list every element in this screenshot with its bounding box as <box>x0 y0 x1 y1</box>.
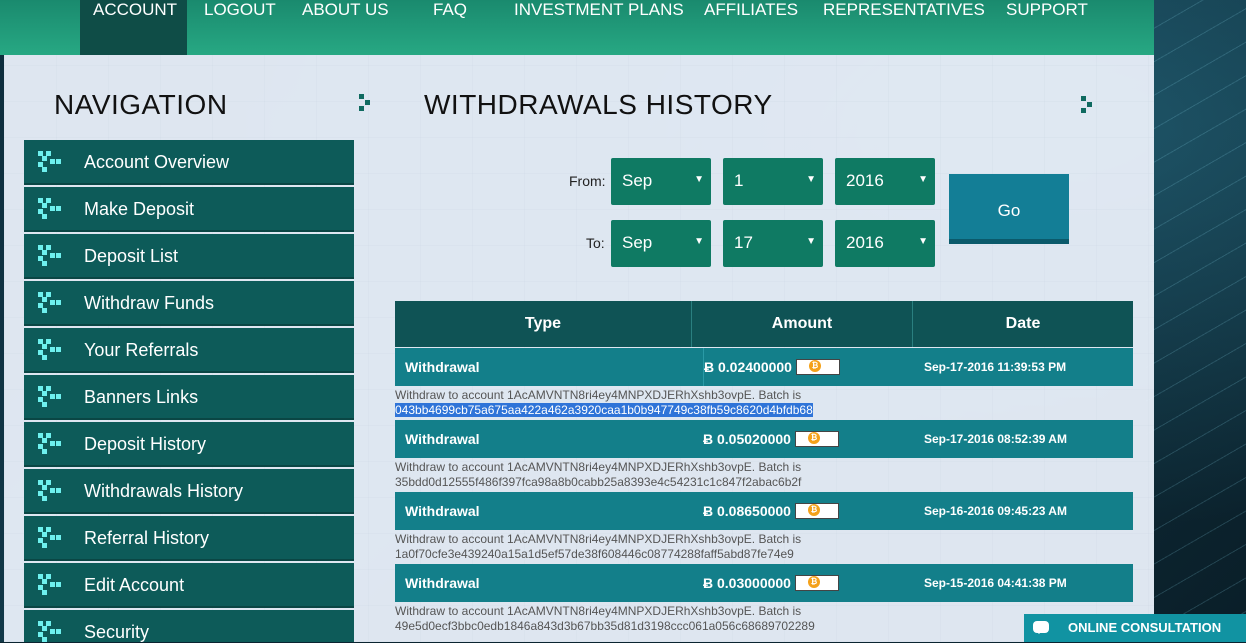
row-date: Sep-15-2016 04:41:38 PM <box>924 576 1067 590</box>
sidebar-item-account-overview[interactable]: Account Overview <box>24 140 354 185</box>
table-row: Withdrawal Ƀ 0.03000000 ₿ Sep-15-2016 04:… <box>395 564 1133 602</box>
row-description: Withdraw to account 1AcAMVNTN8ri4ey4MNPX… <box>395 604 1133 634</box>
to-year-select[interactable]: 2016 ▼ <box>835 220 935 267</box>
row-description: Withdraw to account 1AcAMVNTN8ri4ey4MNPX… <box>395 532 1133 562</box>
sidebar-item-withdrawals-history[interactable]: Withdrawals History <box>24 469 354 514</box>
background-decoration <box>1146 0 1246 642</box>
to-month-select[interactable]: Sep ▼ <box>611 220 711 267</box>
row-date: Sep-16-2016 09:45:23 AM <box>924 504 1067 518</box>
sidebar-item-banners-links[interactable]: Banners Links <box>24 375 354 420</box>
nav-representatives[interactable]: REPRESENTATIVES <box>823 0 985 20</box>
sidebar-item-label: Edit Account <box>84 575 185 595</box>
batch-id: 1a0f70cfe3e439240a15a1d5ef57de38f608446c… <box>395 547 794 561</box>
nav-about-us[interactable]: ABOUT US <box>302 0 389 20</box>
chevron-down-icon: ▼ <box>806 236 816 247</box>
sidebar-item-make-deposit[interactable]: Make Deposit <box>24 187 354 232</box>
batch-id[interactable]: 043bb4699cb75a675aa422a462a3920caa1b0b94… <box>395 403 813 417</box>
table-row: Withdrawal Ƀ 0.05020000 ₿ Sep-17-2016 08:… <box>395 420 1133 458</box>
column-header-type: Type <box>395 301 692 347</box>
from-month-select[interactable]: Sep ▼ <box>611 158 711 205</box>
column-header-date: Date <box>1005 315 1041 332</box>
sidebar-item-referral-history[interactable]: Referral History <box>24 516 354 561</box>
sidebar-item-your-referrals[interactable]: Your Referrals <box>24 328 354 373</box>
chevron-down-icon: ▼ <box>806 174 816 185</box>
to-day-select[interactable]: 17 ▼ <box>723 220 823 267</box>
grid-dots-icon <box>38 386 62 408</box>
nav-investment-plans[interactable]: INVESTMENT PLANS <box>514 0 684 20</box>
sidebar-item-deposit-list[interactable]: Deposit List <box>24 234 354 279</box>
page-title: WITHDRAWALS HISTORY <box>424 89 773 120</box>
sidebar-item-label: Deposit History <box>84 434 207 454</box>
bitcoin-icon: ₿ <box>794 502 839 519</box>
chevron-down-icon: ▼ <box>694 236 704 247</box>
sidebar-title: NAVIGATION <box>54 89 228 120</box>
chevron-down-icon: ▼ <box>694 174 704 185</box>
from-label: From: <box>569 173 606 189</box>
nav-account[interactable]: ACCOUNT <box>93 0 177 20</box>
sidebar-item-label: Your Referrals <box>84 340 199 360</box>
sidebar-item-label: Referral History <box>84 528 210 548</box>
row-description: Withdraw to account 1AcAMVNTN8ri4ey4MNPX… <box>395 388 813 417</box>
row-type: Withdrawal <box>405 503 480 519</box>
table-row: Withdrawal Ƀ 0.02400000 ₿ Sep-17-2016 11:… <box>395 348 1133 386</box>
table-header: Type Amount Date <box>395 301 1133 347</box>
top-navigation: ACCOUNT LOGOUT ABOUT US FAQ INVESTMENT P… <box>0 0 1154 55</box>
online-consultation-label: ONLINE CONSULTATION <box>1068 620 1222 635</box>
grid-dots-icon <box>38 574 62 596</box>
sidebar-item-label: Security <box>84 622 150 642</box>
bitcoin-icon: ₿ <box>794 574 839 591</box>
to-label: To: <box>586 235 605 251</box>
batch-id: 49e5d0ecf3bbc0edb1846a843d3b67bb35d81d31… <box>395 619 815 633</box>
from-day-select[interactable]: 1 ▼ <box>723 158 823 205</box>
nav-support[interactable]: SUPPORT <box>1006 0 1088 20</box>
sidebar-item-label: Deposit List <box>84 246 179 266</box>
sidebar-item-label: Withdraw Funds <box>84 293 215 313</box>
title-dots-icon <box>1081 96 1099 116</box>
chevron-down-icon: ▼ <box>918 174 928 185</box>
nav-logout[interactable]: LOGOUT <box>204 0 276 20</box>
chat-bubble-icon <box>1033 621 1049 634</box>
grid-dots-icon <box>38 245 62 267</box>
nav-faq[interactable]: FAQ <box>433 0 467 20</box>
grid-dots-icon <box>38 527 62 549</box>
row-description: Withdraw to account 1AcAMVNTN8ri4ey4MNPX… <box>395 460 1133 490</box>
grid-dots-icon <box>38 198 62 220</box>
sidebar-item-label: Withdrawals History <box>84 481 244 501</box>
title-dots-icon <box>359 94 377 114</box>
column-header-amount: Amount <box>692 301 913 347</box>
row-type: Withdrawal <box>405 575 480 591</box>
bitcoin-icon: ₿ <box>795 358 840 375</box>
sidebar-item-withdraw-funds[interactable]: Withdraw Funds <box>24 281 354 326</box>
chevron-down-icon: ▼ <box>918 236 928 247</box>
row-amount: Ƀ 0.02400000 ₿ <box>703 348 840 386</box>
row-amount: Ƀ 0.05020000 ₿ <box>703 420 839 458</box>
batch-id: 35bdd0d12555f486f397fca98a8b0cabb25a8393… <box>395 475 802 489</box>
row-date: Sep-17-2016 08:52:39 AM <box>924 432 1067 446</box>
grid-dots-icon <box>38 339 62 361</box>
nav-affiliates[interactable]: AFFILIATES <box>704 0 798 20</box>
row-amount: Ƀ 0.08650000 ₿ <box>703 492 839 530</box>
bitcoin-icon: ₿ <box>794 430 839 447</box>
grid-dots-icon <box>38 480 62 502</box>
go-button[interactable]: Go <box>949 174 1069 244</box>
row-type: Withdrawal <box>405 359 480 375</box>
grid-dots-icon <box>38 621 62 643</box>
from-year-select[interactable]: 2016 ▼ <box>835 158 935 205</box>
grid-dots-icon <box>38 433 62 455</box>
sidebar-item-label: Account Overview <box>84 152 230 172</box>
sidebar-item-label: Make Deposit <box>84 199 195 219</box>
online-consultation-button[interactable]: ONLINE CONSULTATION <box>1024 614 1246 642</box>
sidebar-item-edit-account[interactable]: Edit Account <box>24 563 354 608</box>
sidebar-item-deposit-history[interactable]: Deposit History <box>24 422 354 467</box>
sidebar-item-label: Banners Links <box>84 387 199 407</box>
grid-dots-icon <box>38 151 62 173</box>
row-date: Sep-17-2016 11:39:53 PM <box>924 360 1067 374</box>
table-row: Withdrawal Ƀ 0.08650000 ₿ Sep-16-2016 09:… <box>395 492 1133 530</box>
row-type: Withdrawal <box>405 431 480 447</box>
grid-dots-icon <box>38 292 62 314</box>
sidebar-item-security[interactable]: Security <box>24 610 354 642</box>
row-amount: Ƀ 0.03000000 ₿ <box>703 564 839 602</box>
